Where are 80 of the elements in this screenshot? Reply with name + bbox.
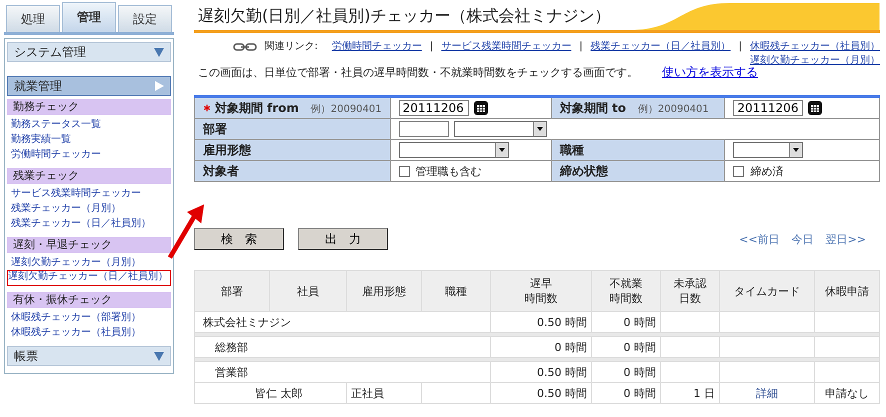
form-label: 雇用形態 <box>194 140 390 160</box>
form-label: 対象期間 from 例）20090401 <box>194 96 390 118</box>
caret-icon[interactable] <box>789 143 802 157</box>
form-label: 部署 <box>194 118 390 140</box>
column-header: 社員 <box>270 270 346 312</box>
sidebar-link[interactable]: サービス残業時間チェッカー <box>7 186 171 201</box>
column-header: 部署 <box>194 270 270 312</box>
detail-link[interactable]: 詳細 <box>756 386 778 400</box>
employment-type-select[interactable] <box>398 142 509 158</box>
sidebar-group-header: 勤務チェック <box>7 99 171 115</box>
checkbox[interactable] <box>733 166 744 176</box>
sidebar-section-header[interactable]: 帳票 <box>7 346 171 366</box>
link-separator: | <box>430 40 434 54</box>
nav-tab[interactable]: 処理 <box>6 5 60 32</box>
checkbox[interactable] <box>398 166 410 176</box>
table-cell: 0 時間 <box>592 382 660 404</box>
form-label: 職種 <box>551 140 725 160</box>
sidebar-link[interactable]: 休暇残チェッカー（部署別） <box>7 310 171 325</box>
sidebar-link[interactable]: 休暇残チェッカー（社員別） <box>7 325 171 340</box>
column-header: 未承認 日数 <box>660 270 720 312</box>
date-input[interactable]: 20111206 <box>398 100 469 116</box>
sidebar-link[interactable]: 遅刻欠勤チェッカー（日／社員別） <box>7 270 171 286</box>
output-button[interactable]: 出 力 <box>298 228 388 250</box>
sidebar-link[interactable]: 残業チェッカー（日／社員別） <box>7 216 171 231</box>
form-label: 対象者 <box>194 160 390 182</box>
calendar-icon[interactable] <box>474 101 488 115</box>
day-nav-link[interactable]: 翌日>> <box>826 232 866 246</box>
job-type-select[interactable] <box>733 142 804 158</box>
calendar-icon[interactable] <box>808 101 822 115</box>
column-header: 雇用形態 <box>346 270 422 312</box>
table-cell: 0.50 時間 <box>490 362 592 382</box>
related-links-label: 関連リンク: <box>264 40 318 54</box>
sidebar-link[interactable]: 残業チェッカー（月別） <box>7 201 171 216</box>
column-header: 職種 <box>422 270 490 312</box>
nav-tab[interactable]: 設定 <box>118 5 172 32</box>
page-title: 遅刻欠勤(日別／社員別)チェッカー（株式会社ミナジン） <box>198 6 610 27</box>
search-button[interactable]: 検 索 <box>194 228 284 250</box>
sidebar-section-header[interactable]: 就業管理 <box>7 76 171 96</box>
department-select[interactable] <box>454 121 547 137</box>
link-separator: | <box>579 40 583 54</box>
table-cell: 皆仁 太郎 <box>194 382 346 404</box>
nav-tab[interactable]: 管理 <box>62 2 116 32</box>
link-chain-icon <box>232 42 256 52</box>
right-triangle-icon <box>154 81 164 91</box>
form-label: 対象期間 to 例）20090401 <box>551 96 725 118</box>
table-cell: 正社員 <box>346 382 422 404</box>
sidebar-link[interactable]: 勤務ステータス一覧 <box>7 117 171 132</box>
down-triangle-icon <box>154 47 164 57</box>
caret-icon[interactable] <box>532 122 546 136</box>
day-nav-link[interactable]: 今日 <box>792 232 814 246</box>
table-cell: 1 日 <box>660 382 720 404</box>
related-link[interactable]: 労働時間チェッカー <box>332 40 422 54</box>
table-cell: 0 時間 <box>592 362 660 382</box>
related-link[interactable]: サービス残業時間チェッカー <box>441 40 572 54</box>
related-link[interactable]: 休暇残チェッカー（社員別） <box>750 40 880 54</box>
sidebar-link[interactable]: 勤務実績一覧 <box>7 132 171 147</box>
sidebar-section-header[interactable]: システム管理 <box>7 42 171 62</box>
sidebar-link[interactable]: 遅刻欠勤チェッカー（月別） <box>7 255 171 270</box>
sidebar-group-header: 遅刻・早退チェック <box>7 237 171 253</box>
description-text: この画面は、日単位で部署・社員の遅早時間数・不就業時間数をチェックする画面です。 <box>198 65 638 80</box>
checkbox-label: 締め済 <box>750 164 784 178</box>
caret-icon[interactable] <box>494 143 508 157</box>
sidebar-group-header: 残業チェック <box>7 168 171 184</box>
column-header: 不就業 時間数 <box>592 270 660 312</box>
link-separator: | <box>738 40 742 54</box>
checkbox-label: 管理職も含む <box>416 164 482 178</box>
table-cell: 0.50 時間 <box>490 382 592 404</box>
related-link[interactable]: 残業チェッカー（日／社員別） <box>590 40 731 54</box>
column-header: タイムカード <box>720 270 814 312</box>
table-cell: 申請なし <box>814 382 880 404</box>
column-header: 遅早 時間数 <box>490 270 592 312</box>
form-label: 締め状態 <box>551 160 725 182</box>
down-triangle-icon <box>154 351 164 361</box>
column-header: 休暇申請 <box>814 270 880 312</box>
sidebar-group-header: 有休・振休チェック <box>7 292 171 308</box>
sidebar-link[interactable]: 労働時間チェッカー <box>7 147 171 162</box>
day-nav-link[interactable]: <<前日 <box>739 232 780 246</box>
date-input[interactable]: 20111206 <box>733 100 804 116</box>
department-code-input[interactable] <box>398 121 449 137</box>
table-cell: 営業部 <box>194 362 490 382</box>
